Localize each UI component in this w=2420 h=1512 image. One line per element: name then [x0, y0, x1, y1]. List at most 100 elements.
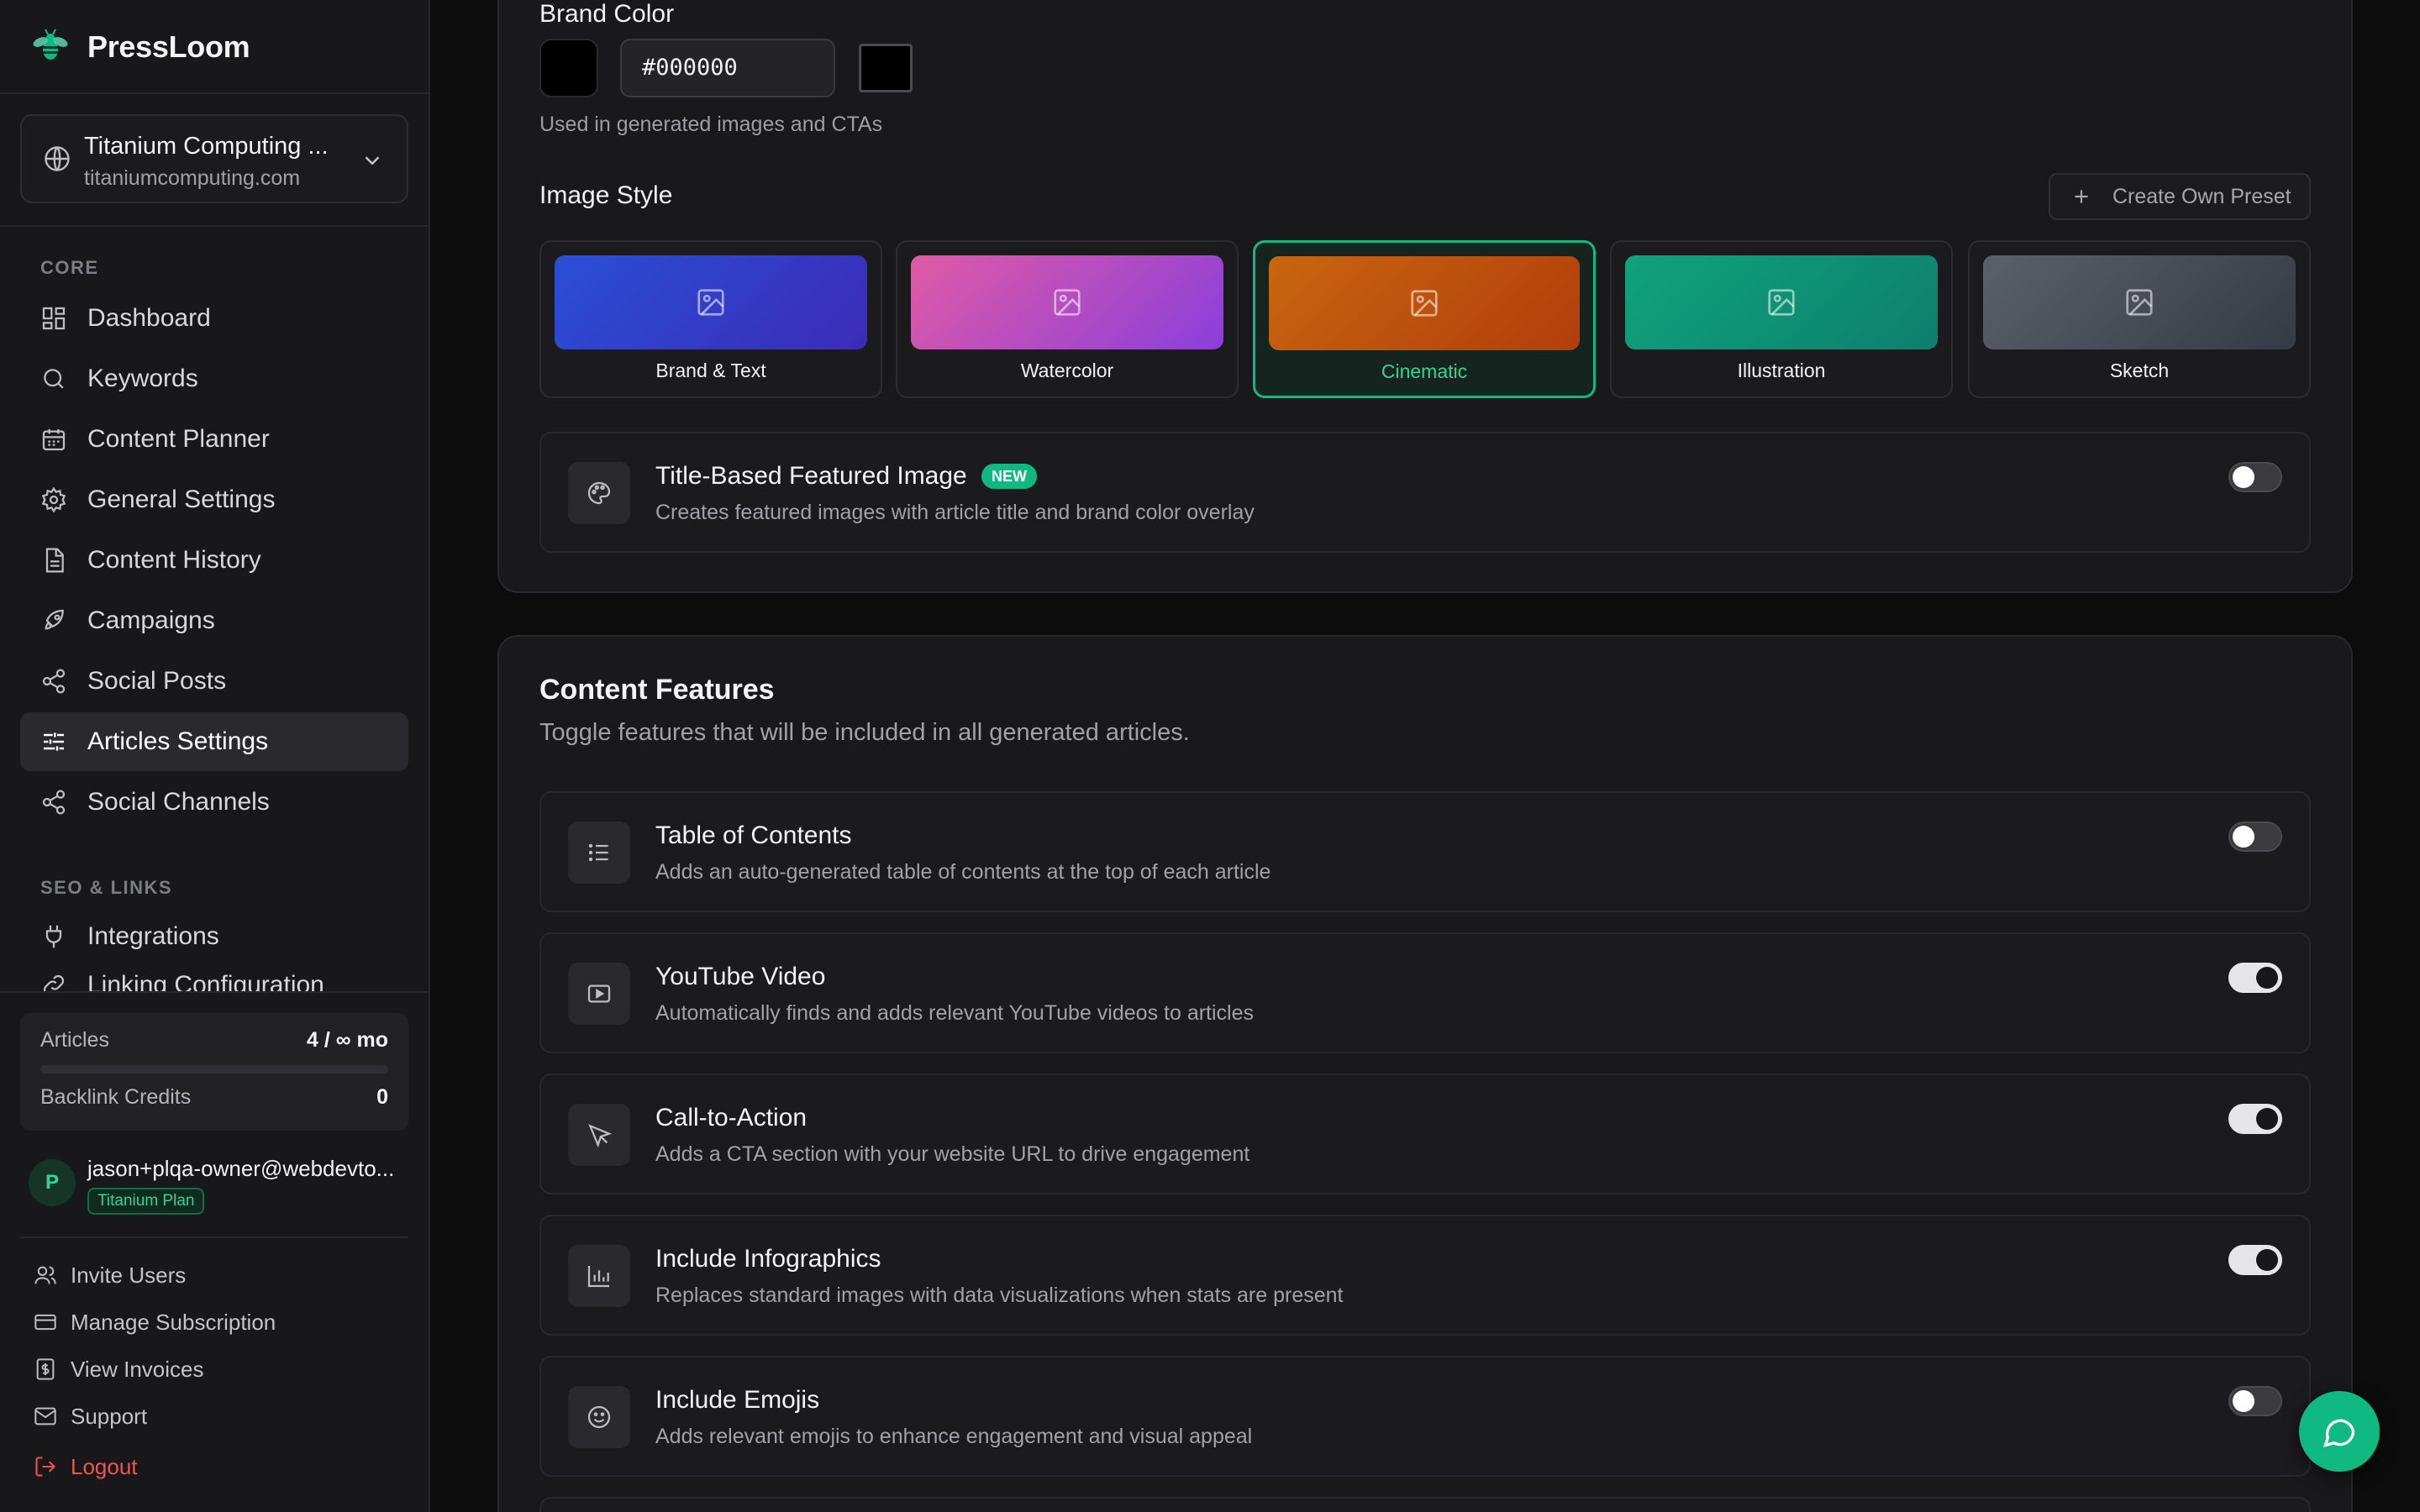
smile-icon	[587, 1405, 611, 1429]
rocket-icon	[45, 609, 64, 630]
style-option-sketch[interactable]: Sketch	[1968, 240, 2311, 398]
sidebar-item-label: Social Posts	[87, 667, 227, 695]
feature-description: Creates featured images with article tit…	[655, 501, 1255, 524]
image-icon	[697, 289, 724, 316]
foot-link-label: Manage Subscription	[71, 1309, 276, 1335]
infographics-toggle[interactable]	[2228, 1245, 2282, 1275]
brand-color-label: Brand Color	[539, 0, 675, 28]
create-preset-button[interactable]: Create Own Preset	[2049, 173, 2311, 220]
style-option-label: Brand & Text	[655, 360, 766, 381]
sidebar: PressLoom Titanium Computing ... titaniu…	[0, 0, 430, 1512]
divider	[20, 1236, 408, 1238]
logout-icon	[35, 1457, 55, 1477]
image-icon	[1054, 289, 1081, 316]
invite-users-link[interactable]: Invite Users	[34, 1258, 186, 1292]
dashboard-icon	[42, 307, 66, 330]
style-option-cinematic[interactable]: Cinematic	[1253, 240, 1596, 398]
search-icon	[44, 369, 64, 389]
support-link[interactable]: Support	[34, 1399, 147, 1433]
sidebar-item-dashboard[interactable]: Dashboard	[20, 289, 408, 348]
feature-row-call-to-action: Call-to-Action Adds a CTA section with y…	[539, 1074, 2311, 1194]
feature-row-infographics: Include Infographics Replaces standard i…	[539, 1215, 2311, 1336]
table-of-contents-toggle[interactable]	[2228, 822, 2282, 852]
feature-description: Adds a CTA section with your website URL…	[655, 1142, 1250, 1166]
articles-usage-value: 4 / ∞ mo	[306, 1028, 388, 1052]
foot-link-label: Support	[71, 1403, 148, 1429]
feature-title: Table of Contents	[655, 822, 852, 849]
sidebar-item-general-settings[interactable]: General Settings	[20, 470, 408, 529]
globe-icon	[45, 146, 70, 171]
sidebar-item-articles-settings[interactable]: Articles Settings	[20, 712, 408, 771]
plus-icon	[2075, 190, 2088, 203]
calendar-icon	[42, 429, 66, 451]
sidebar-item-linking[interactable]: Linking Configuration	[20, 974, 408, 993]
sidebar-item-social-posts[interactable]: Social Posts	[20, 652, 408, 711]
style-option-illustration[interactable]: Illustration	[1610, 240, 1953, 398]
articles-usage: Articles 4 / ∞ mo	[40, 1028, 388, 1053]
sidebar-item-integrations[interactable]: Integrations	[20, 907, 408, 966]
toggle-knob	[2233, 826, 2254, 848]
view-invoices-link[interactable]: View Invoices	[34, 1352, 204, 1386]
chat-button[interactable]	[2299, 1391, 2380, 1472]
sidebar-item-content-history[interactable]: Content History	[20, 531, 408, 590]
gear-icon	[41, 486, 66, 513]
site-switcher[interactable]: Titanium Computing ... titaniumcomputing…	[20, 114, 408, 203]
cursor-icon	[588, 1124, 613, 1148]
foot-link-label: Logout	[71, 1453, 138, 1479]
users-icon	[34, 1266, 56, 1284]
brand-color-hint: Used in generated images and CTAs	[539, 113, 883, 136]
user-profile[interactable]: P jason+plqa-owner@webdevto... Titanium …	[25, 1156, 412, 1220]
youtube-video-toggle[interactable]	[2228, 963, 2282, 993]
toggle-knob	[2233, 466, 2254, 488]
style-option-label: Cinematic	[1381, 360, 1468, 382]
section-label-core: CORE	[40, 257, 99, 278]
title-featured-image-toggle[interactable]	[2228, 462, 2282, 492]
site-domain: titaniumcomputing.com	[84, 166, 301, 190]
emojis-toggle[interactable]	[2228, 1386, 2282, 1416]
image-icon	[1411, 290, 1438, 317]
divider	[0, 991, 429, 993]
logout-link[interactable]: Logout	[34, 1450, 138, 1483]
brand-color-swatch[interactable]	[539, 39, 598, 97]
sidebar-item-campaigns[interactable]: Campaigns	[20, 591, 408, 650]
new-badge: NEW	[981, 464, 1037, 489]
sidebar-item-keywords[interactable]: Keywords	[20, 349, 408, 408]
style-option-brand-text[interactable]: Brand & Text	[539, 240, 882, 398]
style-option-label: Sketch	[2109, 360, 2170, 381]
palette-icon	[587, 481, 611, 505]
feature-row-next	[539, 1497, 2311, 1512]
sidebar-item-content-planner[interactable]: Content Planner	[20, 410, 408, 469]
sidebar-scroll-clip: Linking Configuration	[20, 974, 408, 993]
backlink-credits: Backlink Credits 0	[40, 1085, 388, 1110]
style-thumbnail	[1983, 255, 2296, 349]
toggle-knob	[2256, 967, 2278, 989]
sidebar-item-label: Articles Settings	[87, 727, 269, 755]
feature-title: Call-to-Action	[655, 1104, 808, 1131]
style-thumbnail	[1269, 256, 1580, 350]
divider	[0, 92, 429, 94]
color-picker[interactable]	[859, 44, 913, 92]
feature-row-title-featured-image: Title-Based Featured Image NEW Creates f…	[539, 432, 2311, 553]
brand[interactable]: PressLoom	[30, 25, 250, 69]
share-icon	[42, 669, 66, 694]
feature-row-youtube-video: YouTube Video Automatically finds and ad…	[539, 932, 2311, 1053]
usage-panel: Articles 4 / ∞ mo Backlink Credits 0	[20, 1013, 408, 1131]
feature-title: Title-Based Featured Image	[655, 462, 967, 490]
style-thumbnail	[555, 255, 867, 349]
sidebar-item-label: General Settings	[87, 486, 276, 513]
video-icon	[587, 984, 611, 1003]
create-preset-label: Create Own Preset	[2112, 184, 2291, 208]
manage-subscription-link[interactable]: Manage Subscription	[34, 1305, 276, 1339]
mail-icon	[34, 1407, 56, 1425]
brand-color-hex-input[interactable]: #000000	[620, 39, 835, 97]
invoice-icon	[36, 1358, 55, 1380]
sidebar-item-label: Keywords	[87, 365, 198, 392]
sidebar-item-social-channels[interactable]: Social Channels	[20, 773, 408, 832]
feature-title: Include Infographics	[655, 1245, 881, 1273]
call-to-action-toggle[interactable]	[2228, 1104, 2282, 1134]
feature-icon	[568, 462, 630, 524]
feature-title: Include Emojis	[655, 1386, 820, 1414]
feature-row-emojis: Include Emojis Adds relevant emojis to e…	[539, 1356, 2311, 1477]
sidebar-item-label: Linking Configuration	[87, 974, 324, 993]
style-option-watercolor[interactable]: Watercolor	[896, 240, 1239, 398]
